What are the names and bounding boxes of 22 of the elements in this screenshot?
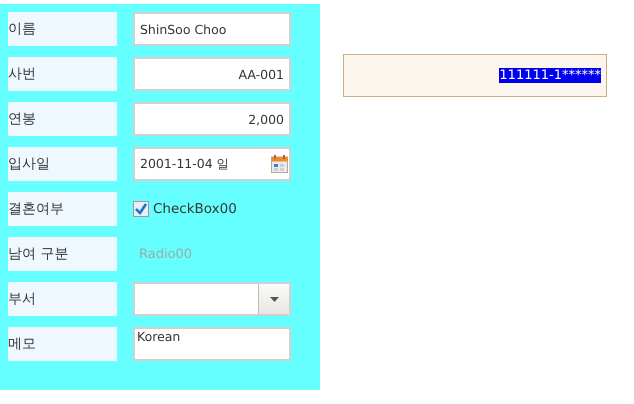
date-field[interactable]: 2001-11-04 일	[133, 147, 291, 181]
checkbox[interactable]	[133, 201, 149, 217]
checkbox-label: CheckBox00	[153, 201, 237, 217]
masked-value: 111111-1******	[499, 68, 601, 83]
date-value: 2001-11-04 일	[140, 156, 230, 172]
calendar-icon[interactable]	[271, 155, 288, 173]
dropdown-button[interactable]	[258, 284, 289, 314]
field-label: 결혼여부	[8, 192, 117, 226]
field-label: 남여 구분	[8, 237, 117, 271]
memo-field[interactable]: Korean	[133, 327, 291, 361]
field-label: 부서	[8, 282, 117, 316]
text-field[interactable]: 2,000	[133, 102, 291, 136]
text-field[interactable]: AA-001	[133, 57, 291, 91]
field-label: 사번	[8, 57, 117, 91]
field-label: 연봉	[8, 102, 117, 136]
text-field[interactable]: ShinSoo Choo	[133, 12, 291, 46]
field-label: 입사일	[8, 147, 117, 181]
dropdown-field[interactable]	[133, 282, 291, 316]
masked-field[interactable]: 111111-1******	[343, 54, 607, 97]
field-label: 메모	[8, 327, 117, 361]
caret-icon	[270, 296, 278, 302]
field-label: 이름	[8, 12, 117, 46]
